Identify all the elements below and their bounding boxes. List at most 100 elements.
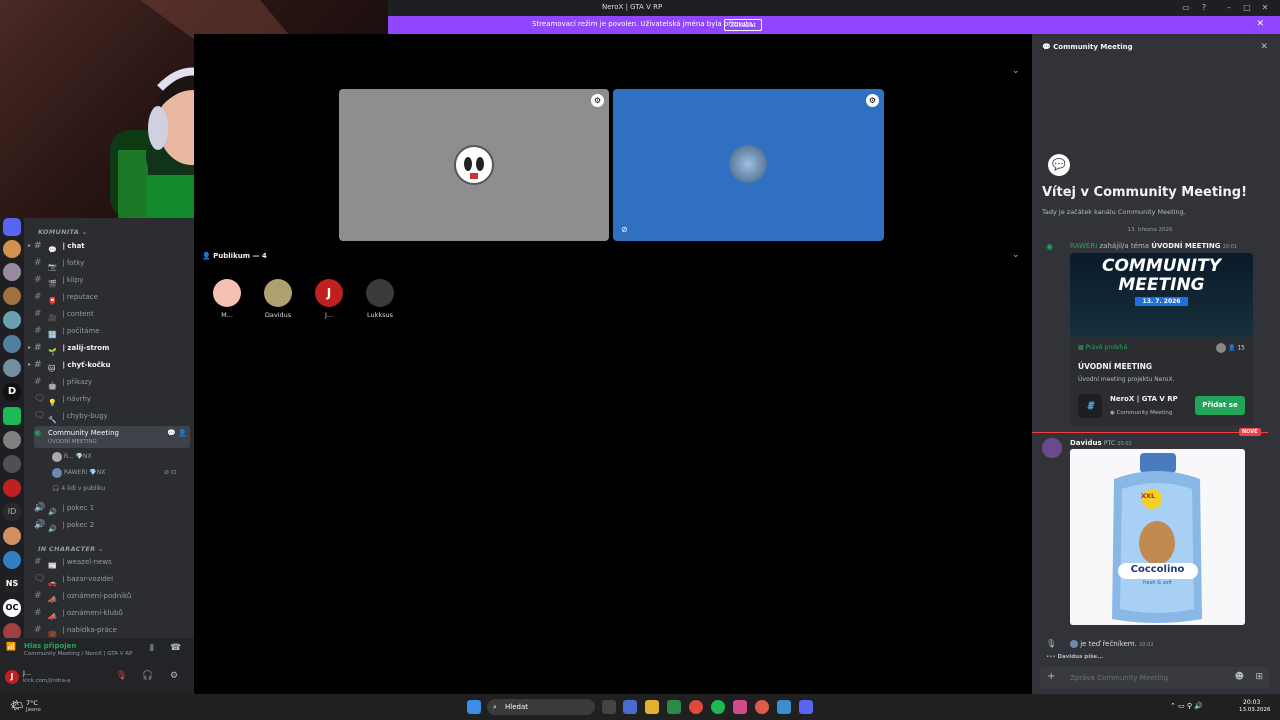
voice-user-panel: 📶 Hlas připojen Community Meeting / Nero… (0, 638, 194, 694)
category-komunita[interactable]: KOMUNITA ⌄ (38, 228, 87, 236)
channel-pocitame[interactable]: # 🔢 | počítáme (34, 323, 190, 339)
server-icon[interactable] (3, 240, 21, 258)
chrome-icon[interactable] (689, 700, 703, 714)
disable-streamer-button[interactable]: Zakázat (724, 19, 763, 31)
help-icon[interactable]: ? (1198, 2, 1210, 14)
channel-chyt-kocku[interactable]: ▸ # 🐱 | chyť-kočku (28, 357, 190, 373)
audience-member[interactable]: J J... (304, 279, 354, 319)
speaker-tile[interactable]: ⚙ (339, 89, 609, 241)
server-icon[interactable] (3, 263, 21, 281)
chrome-icon[interactable] (755, 700, 769, 714)
event-card[interactable]: COMMUNITY MEETING 13. 7. 2026 ▦ Právě pr… (1070, 253, 1253, 425)
weather-temp[interactable]: 7°C (26, 699, 38, 707)
message-input[interactable]: + Zpráva Community Meeting ☻ ⊞ (1040, 667, 1270, 689)
voice-channel[interactable]: Community Meeting / NeroX | GTA V RP (24, 651, 132, 657)
tray-icons[interactable]: ⌃ ▭ ⚲ 🔊 (1170, 702, 1203, 710)
search-box[interactable]: ⌕ Hledat (487, 699, 595, 715)
emoji-icon[interactable]: ☻ (1235, 672, 1244, 682)
minimize-icon[interactable]: – (1223, 2, 1235, 14)
chat-icon[interactable]: 💬 (167, 428, 176, 438)
stage-channel-community-meeting[interactable]: ◉ Community Meeting ÚVODNÍ MEETING 💬 👤 (34, 426, 190, 448)
speaker-tile[interactable]: ⚙ ⊘ (613, 89, 884, 241)
soundboard-icon[interactable]: ⫴ (150, 644, 154, 654)
weather-icon[interactable]: 🌤 (10, 699, 24, 712)
clock-time[interactable]: 20:03 (1243, 699, 1260, 706)
copilot-icon[interactable] (623, 700, 637, 714)
disconnect-icon[interactable]: ☎ (170, 643, 181, 653)
channel-prikazy[interactable]: # 🤖 | příkazy (34, 374, 190, 390)
message-image[interactable]: XXL Coccolino fresh & soft (1070, 449, 1245, 625)
app-icon[interactable] (667, 700, 681, 714)
app-icon[interactable] (733, 700, 747, 714)
avatar[interactable] (1042, 438, 1062, 458)
server-icon[interactable]: D (3, 383, 21, 401)
task-view-icon[interactable] (602, 700, 616, 714)
server-icon[interactable] (3, 431, 21, 449)
server-icon[interactable]: ID (3, 503, 21, 521)
stage-user[interactable]: RAWERI 💎NX ⊘ ⊡ (52, 466, 182, 480)
spotify-icon[interactable] (711, 700, 725, 714)
apps-icon[interactable]: ⊞ (1255, 672, 1263, 682)
mic-muted-icon[interactable]: 🎙 (116, 671, 127, 681)
voice-status[interactable]: Hlas připojen (24, 642, 76, 650)
settings-icon[interactable]: ⚙ (170, 671, 178, 681)
audience-member[interactable]: Davidus (253, 279, 303, 319)
headphones-icon[interactable]: 🎧 (142, 671, 153, 681)
chevron-down-icon[interactable]: ⌄ (1012, 250, 1020, 260)
join-button[interactable]: Přidat se (1195, 396, 1245, 415)
close-banner-icon[interactable]: ✕ (1256, 19, 1264, 29)
discord-icon[interactable] (799, 700, 813, 714)
start-icon[interactable] (467, 700, 481, 714)
audience-member[interactable]: Lukksus (355, 279, 405, 319)
channel-fotky[interactable]: # 📷 | fotky (34, 255, 190, 271)
message-author[interactable]: Davidus (1070, 439, 1102, 447)
server-icon[interactable] (3, 359, 21, 377)
channel-oznameni-klubu[interactable]: # 📣 | oznámení-klubů (34, 605, 190, 621)
voice-pokec-2[interactable]: 🔊 🔊 | pokec 2 (34, 517, 190, 533)
server-icon[interactable] (3, 218, 21, 236)
settings-icon[interactable]: ⚙ (591, 94, 604, 107)
category-in-character[interactable]: IN CHARACTER ⌄ (38, 545, 104, 553)
channel-weazel-news[interactable]: # 📰 | weazel-news (34, 554, 190, 570)
channel-klipy[interactable]: # 🎬 | klipy (34, 272, 190, 288)
avatar[interactable]: J (5, 670, 19, 684)
server-icon[interactable] (3, 311, 21, 329)
app-icon[interactable] (777, 700, 791, 714)
chevron-down-icon[interactable]: ⌄ (1012, 66, 1020, 76)
settings-icon[interactable]: ⚙ (866, 94, 879, 107)
add-attachment-icon[interactable]: + (1047, 671, 1055, 682)
server-icon[interactable]: NS (3, 575, 21, 593)
banner-message: Streamovací režim je povolen. Uživatelsk… (532, 20, 755, 28)
clock-date[interactable]: 13.03.2026 (1239, 707, 1271, 713)
channel-navrhy[interactable]: 🗨 💡 | návrhy (34, 391, 190, 407)
stage-user[interactable]: R... 💎NX (52, 450, 182, 464)
server-icon[interactable] (3, 287, 21, 305)
maximize-icon[interactable]: □ (1241, 2, 1253, 14)
channel-chyby-bugy[interactable]: 🗨 🔧 | chyby-bugy (34, 408, 190, 424)
inbox-icon[interactable]: ▭ (1180, 2, 1192, 14)
audience-member[interactable]: M... (202, 279, 252, 319)
channel-content[interactable]: # 🎥 | content (34, 306, 190, 322)
channel-nabidka-prace[interactable]: # 💼 | nabídka-práce (34, 622, 190, 638)
product-image (1070, 449, 1245, 625)
server-icon[interactable] (3, 335, 21, 353)
server-icon[interactable] (3, 455, 21, 473)
channel-chat[interactable]: ▸ # 💬 | chat (28, 238, 190, 254)
invite-icon[interactable]: 👤 (178, 428, 187, 438)
speaker-icon: 🔊 (34, 503, 46, 513)
server-icon[interactable] (3, 527, 21, 545)
channel-zalij-strom[interactable]: ▸ # 🌱 | zalij-strom (28, 340, 190, 356)
file-explorer-icon[interactable] (645, 700, 659, 714)
channel-bazar-vozidel[interactable]: 🗨 🚗 | bazar-vozidel (34, 571, 190, 587)
voice-pokec-1[interactable]: 🔊 🔊 | pokec 1 (34, 500, 190, 516)
channel-reputace[interactable]: # 📮 | reputace (34, 289, 190, 305)
close-panel-icon[interactable]: ✕ (1260, 42, 1268, 52)
weather-desc: Jasno (26, 707, 41, 713)
server-icon[interactable] (3, 407, 21, 425)
username[interactable]: J... (23, 669, 31, 677)
server-icon[interactable] (3, 551, 21, 569)
channel-oznameni-podniku[interactable]: # 📣 | oznámení-podniků (34, 588, 190, 604)
server-icon[interactable] (3, 479, 21, 497)
server-icon[interactable]: OC (3, 599, 21, 617)
close-window-icon[interactable]: ✕ (1259, 2, 1271, 14)
